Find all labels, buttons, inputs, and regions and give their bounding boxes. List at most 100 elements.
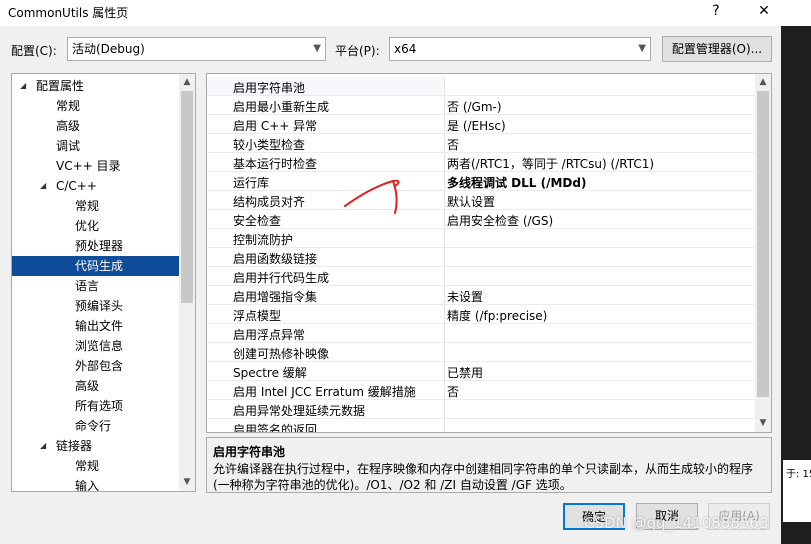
property-row[interactable]: 启用字符串池 <box>207 77 757 96</box>
tree-item[interactable]: 调试 <box>12 136 179 156</box>
property-value-cell[interactable] <box>444 286 757 305</box>
tree-item-label: 高级 <box>75 379 100 393</box>
tree-item[interactable]: 浏览信息 <box>12 336 179 356</box>
tree-item[interactable]: 语言 <box>12 276 179 296</box>
property-row[interactable]: 结构成员对齐 默认设置 <box>207 191 757 210</box>
tree-item[interactable]: ◢ 链接器 <box>12 436 179 456</box>
tree-item-label: 命令行 <box>75 419 112 433</box>
red-annotation-icon <box>344 179 400 214</box>
property-row[interactable]: Spectre 缓解 已禁用 <box>207 362 757 381</box>
tree-item[interactable]: 代码生成 <box>12 256 179 276</box>
platform-value: x64 <box>394 42 417 56</box>
tree-item[interactable]: 常规 <box>12 456 179 476</box>
platform-dropdown[interactable]: x64 ▼ <box>389 37 651 61</box>
editor-fragment: 于: 15 <box>783 460 811 522</box>
property-row[interactable]: 控制流防护 <box>207 229 757 248</box>
property-row[interactable]: 创建可热修补映像 <box>207 343 757 362</box>
property-name: 启用字符串池 <box>233 81 306 95</box>
tree-item-label: 常规 <box>56 99 81 113</box>
tree-item[interactable]: 优化 <box>12 216 179 236</box>
expand-triangle-icon[interactable]: ◢ <box>20 76 26 96</box>
property-name: 基本运行时检查 <box>233 157 318 171</box>
scroll-down-icon[interactable]: ▼ <box>179 474 195 490</box>
property-value-cell[interactable] <box>444 248 757 267</box>
tree-item-label: 语言 <box>75 279 100 293</box>
property-value-cell[interactable] <box>444 229 757 248</box>
property-row[interactable]: 启用 Intel JCC Erratum 缓解措施 否 <box>207 381 757 400</box>
property-row[interactable]: 启用签名的返回 <box>207 419 757 432</box>
config-label: 配置(C): <box>11 44 57 58</box>
scroll-up-icon[interactable]: ▲ <box>179 74 195 90</box>
property-value-cell[interactable] <box>444 77 757 96</box>
tree-item[interactable]: 高级 <box>12 116 179 136</box>
tree-item-label: C/C++ <box>56 179 97 193</box>
tree-item[interactable]: ◢ 配置属性 <box>12 76 179 96</box>
property-row[interactable]: 启用并行代码生成 <box>207 267 757 286</box>
property-name: 结构成员对齐 <box>233 195 306 209</box>
property-row[interactable]: 启用最小重新生成 否 (/Gm-) <box>207 96 757 115</box>
property-value-cell[interactable] <box>444 362 757 381</box>
property-row[interactable]: 启用异常处理延续元数据 <box>207 400 757 419</box>
property-name: 启用异常处理延续元数据 <box>233 404 366 418</box>
close-button[interactable]: ✕ <box>752 0 776 24</box>
tree-item[interactable]: 常规 <box>12 196 179 216</box>
property-row[interactable]: 运行库 多线程调试 DLL (/MDd) <box>207 172 757 191</box>
property-row[interactable]: 启用浮点异常 <box>207 324 757 343</box>
property-value: 否 <box>447 138 460 152</box>
property-name: 启用并行代码生成 <box>233 271 330 285</box>
tree-item[interactable]: 所有选项 <box>12 396 179 416</box>
chevron-down-icon: ▼ <box>638 43 646 54</box>
property-name: 启用函数级链接 <box>233 252 318 266</box>
config-value: 活动(Debug) <box>72 42 145 56</box>
tree-item[interactable]: 预处理器 <box>12 236 179 256</box>
property-row[interactable]: 启用增强指令集 未设置 <box>207 286 757 305</box>
property-value-cell[interactable] <box>444 381 757 400</box>
tree-item-label: 优化 <box>75 219 100 233</box>
tree-item-label: 浏览信息 <box>75 339 124 353</box>
scroll-up-icon[interactable]: ▲ <box>755 74 771 90</box>
tree-item[interactable]: 高级 <box>12 376 179 396</box>
property-name: 启用增强指令集 <box>233 290 318 304</box>
property-value-cell[interactable] <box>444 419 757 432</box>
property-row[interactable]: 浮点模型 精度 (/fp:precise) <box>207 305 757 324</box>
tree-item[interactable]: 输出文件 <box>12 316 179 336</box>
property-value-cell[interactable] <box>444 324 757 343</box>
platform-label: 平台(P): <box>335 44 380 58</box>
property-value: 否 (/Gm-) <box>447 100 502 114</box>
property-row[interactable]: 安全检查 启用安全检查 (/GS) <box>207 210 757 229</box>
tree-item[interactable]: 预编译头 <box>12 296 179 316</box>
tree-scrollbar[interactable]: ▲ ▼ <box>179 74 195 491</box>
help-button[interactable]: ? <box>704 0 728 24</box>
tree-item-label: 调试 <box>56 139 81 153</box>
tree-item[interactable]: ◢ C/C++ <box>12 176 179 196</box>
config-dropdown[interactable]: 活动(Debug) ▼ <box>67 37 326 61</box>
property-value: 是 (/EHsc) <box>447 119 506 133</box>
tree-item[interactable]: 命令行 <box>12 416 179 436</box>
scroll-down-icon[interactable]: ▼ <box>755 415 771 431</box>
tree-item-label: 预处理器 <box>75 239 124 253</box>
property-value-cell[interactable] <box>444 400 757 419</box>
property-value: 未设置 <box>447 290 484 304</box>
property-value-cell[interactable] <box>444 343 757 362</box>
tree-item[interactable]: VC++ 目录 <box>12 156 179 176</box>
property-row[interactable]: 启用函数级链接 <box>207 248 757 267</box>
property-value: 已禁用 <box>447 366 484 380</box>
grid-scrollbar[interactable]: ▲ ▼ <box>755 74 771 432</box>
expand-triangle-icon[interactable]: ◢ <box>40 176 46 196</box>
property-value-cell[interactable] <box>444 267 757 286</box>
tree-item[interactable]: 外部包含 <box>12 356 179 376</box>
tree-item[interactable]: 输入 <box>12 476 179 491</box>
tree-item-label: 常规 <box>75 459 100 473</box>
property-row[interactable]: 启用 C++ 异常 是 (/EHsc) <box>207 115 757 134</box>
property-value: 启用安全检查 (/GS) <box>447 214 554 228</box>
expand-triangle-icon[interactable]: ◢ <box>40 436 46 456</box>
property-row[interactable]: 较小类型检查 否 <box>207 134 757 153</box>
property-row[interactable]: 基本运行时检查 两者(/RTC1，等同于 /RTCsu) (/RTC1) <box>207 153 757 172</box>
property-name: 较小类型检查 <box>233 138 306 152</box>
tree-item[interactable]: 常规 <box>12 96 179 116</box>
property-value-cell[interactable] <box>444 134 757 153</box>
config-manager-button[interactable]: 配置管理器(O)... <box>662 36 772 62</box>
grid-scroll-thumb[interactable] <box>757 91 769 397</box>
tree-scroll-thumb[interactable] <box>181 91 193 303</box>
tree-item-label: VC++ 目录 <box>56 159 121 173</box>
